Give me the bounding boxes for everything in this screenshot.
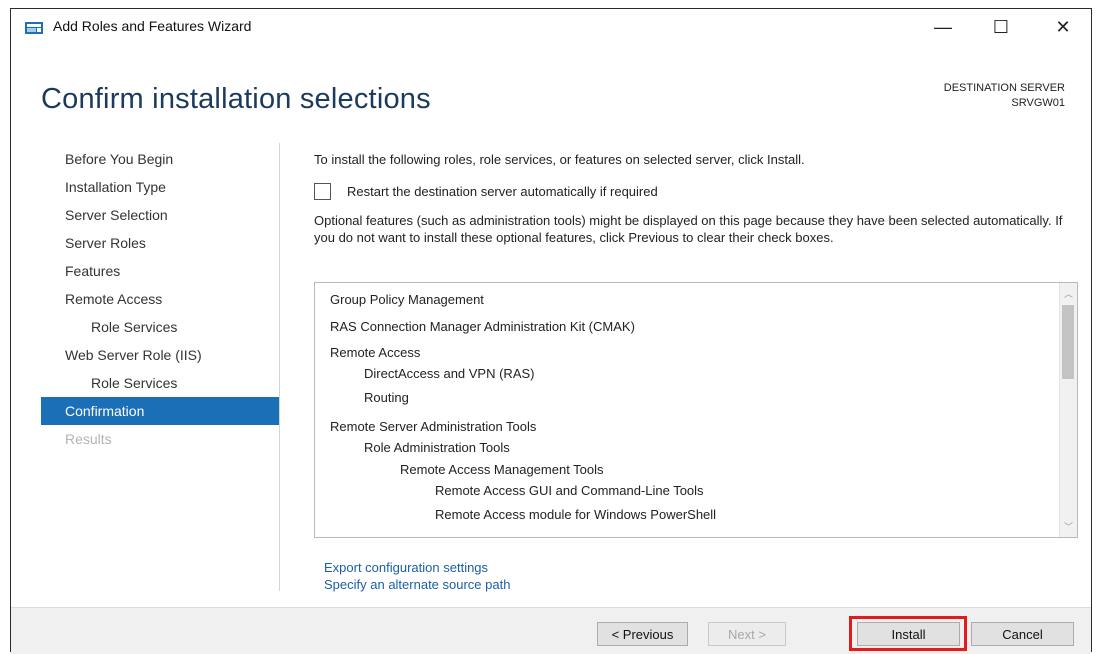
nav-server-selection[interactable]: Server Selection (41, 201, 279, 229)
nav-results: Results (65, 431, 112, 447)
wizard-steps-nav: Before You Begin Installation Type Serve… (41, 145, 279, 453)
scroll-thumb[interactable] (1062, 305, 1074, 379)
nav-remote-access-role-services[interactable]: Role Services (41, 313, 279, 341)
list-item: DirectAccess and VPN (RAS) (364, 366, 535, 381)
list-item: Role Administration Tools (364, 440, 510, 455)
destination-server-info: DESTINATION SERVER SRVGW01 (944, 81, 1065, 111)
maximize-icon[interactable]: ☐ (979, 13, 1023, 41)
list-item: Routing (364, 390, 409, 405)
nav-divider (279, 143, 280, 591)
nav-web-server-role[interactable]: Web Server Role (IIS) (41, 341, 279, 369)
title-bar: Add Roles and Features Wizard — ☐ ✕ (11, 9, 1091, 43)
nav-installation-type[interactable]: Installation Type (41, 173, 279, 201)
nav-iis-role-services[interactable]: Role Services (41, 369, 279, 397)
restart-label[interactable]: Restart the destination server automatic… (347, 184, 658, 199)
nav-before-you-begin[interactable]: Before You Begin (41, 145, 279, 173)
optional-features-note: Optional features (such as administratio… (314, 213, 1063, 245)
list-item: Remote Access (330, 345, 421, 360)
list-item: Group Policy Management (330, 292, 484, 307)
window-title: Add Roles and Features Wizard (53, 18, 252, 34)
wizard-window: Add Roles and Features Wizard — ☐ ✕ Conf… (10, 8, 1092, 654)
close-icon[interactable]: ✕ (1041, 13, 1085, 41)
selection-list[interactable]: Group Policy Management RAS Connection M… (314, 282, 1078, 538)
server-manager-icon (25, 22, 43, 34)
install-button[interactable]: Install (857, 622, 960, 646)
scroll-down-icon[interactable]: ﹀ (1060, 518, 1077, 535)
page-title: Confirm installation selections (41, 83, 431, 115)
restart-option[interactable]: Restart the destination server automatic… (314, 183, 658, 200)
cancel-button[interactable]: Cancel (971, 622, 1074, 646)
intro-text: To install the following roles, role ser… (314, 152, 805, 167)
destination-label: DESTINATION SERVER (943, 82, 1065, 94)
list-scrollbar[interactable]: ︿ ﹀ (1059, 283, 1077, 537)
wizard-footer: < Previous Next > Install Cancel (11, 607, 1091, 654)
nav-features[interactable]: Features (41, 257, 279, 285)
previous-button[interactable]: < Previous (597, 622, 688, 646)
restart-checkbox[interactable] (314, 183, 331, 200)
list-item: Remote Access GUI and Command-Line Tools (435, 483, 704, 498)
list-item: RAS Connection Manager Administration Ki… (330, 319, 635, 334)
list-item: Remote Server Administration Tools (330, 419, 537, 434)
nav-remote-access[interactable]: Remote Access (41, 285, 279, 313)
config-links: Export configuration settings Specify an… (324, 559, 510, 593)
nav-confirmation[interactable]: Confirmation (41, 397, 279, 425)
scroll-up-icon[interactable]: ︿ (1060, 285, 1077, 302)
destination-server-name: SRVGW01 (1011, 97, 1065, 109)
export-configuration-link[interactable]: Export configuration settings (324, 559, 510, 576)
minimize-icon[interactable]: — (921, 13, 965, 41)
alternate-source-link[interactable]: Specify an alternate source path (324, 576, 510, 593)
nav-server-roles[interactable]: Server Roles (41, 229, 279, 257)
next-button: Next > (708, 622, 786, 646)
list-item: Remote Access Management Tools (400, 462, 604, 477)
list-item: Remote Access module for Windows PowerSh… (435, 507, 717, 522)
